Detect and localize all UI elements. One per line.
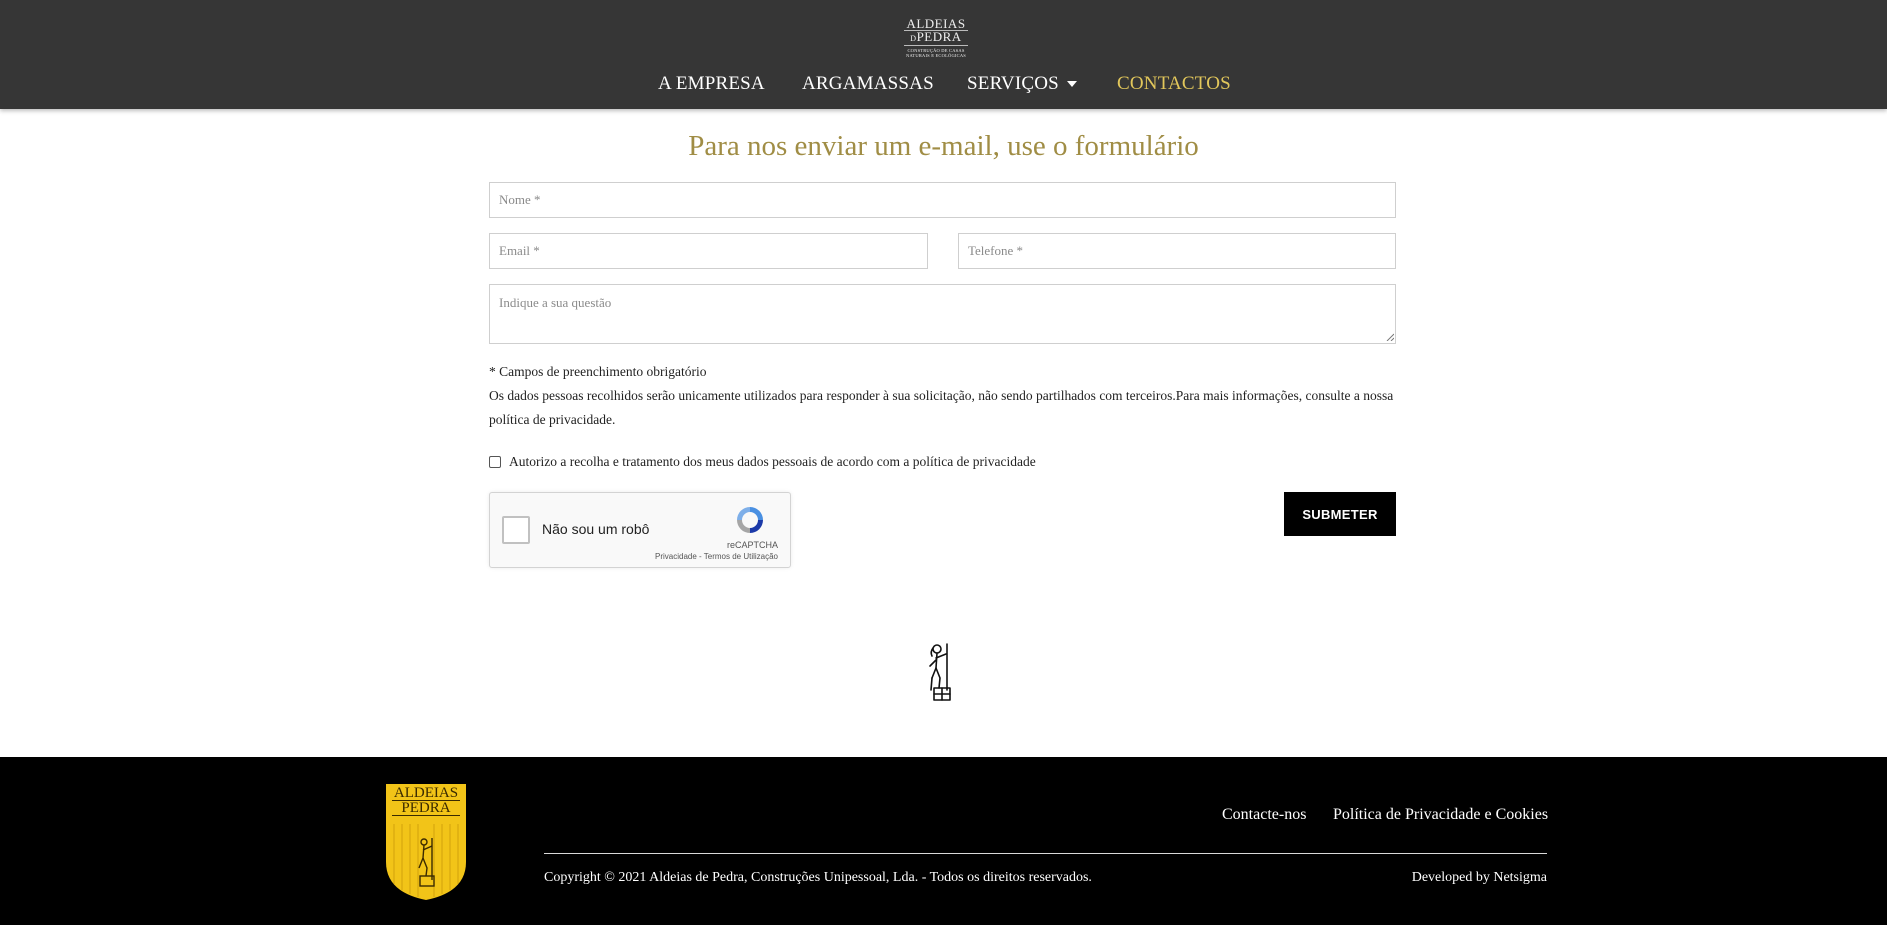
privacy-note: Os dados pessoas recolhidos serão unicam… [489, 388, 1394, 427]
recaptcha-brand: reCAPTCHA [726, 540, 778, 550]
message-field[interactable] [489, 284, 1396, 344]
footer-copyright: Copyright © 2021 Aldeias de Pedra, Const… [544, 870, 1092, 885]
recaptcha-label: Não sou um robô [542, 521, 650, 537]
resize-handle-icon[interactable] [1386, 333, 1394, 341]
footer-logo-text: ALDEIAS PEDRA [392, 785, 460, 816]
recaptcha-checkbox[interactable] [502, 516, 530, 544]
recaptcha-logo-icon [737, 507, 763, 533]
consent-label: Autorizo a recolha e tratamento dos meus… [509, 454, 1036, 469]
recaptcha-terms[interactable]: Privacidade - Termos de Utilização [655, 552, 778, 561]
footer-developer-link[interactable]: Developed by Netsigma [1412, 870, 1547, 886]
logo-tagline: CONSTRUÇÃO DE CASAS NATURAIS E ECOLÓGICA… [906, 48, 966, 58]
footer-divider [544, 853, 1547, 854]
nav-item-argamassas[interactable]: ARGAMASSAS [802, 73, 934, 95]
site-footer [0, 757, 1887, 925]
logo-line2: DPEDRA [904, 30, 968, 46]
footer-link-contact[interactable]: Contacte-nos [1222, 806, 1306, 824]
required-fields-note: * Campos de preenchimento obrigatório [489, 364, 707, 379]
submit-button[interactable]: SUBMETER [1284, 492, 1396, 536]
nav-item-a-empresa[interactable]: A EMPRESA [658, 73, 765, 95]
consent-row: Autorizo a recolha e tratamento dos meus… [489, 454, 1036, 470]
caret-down-icon [1066, 81, 1077, 87]
form-title: Para nos enviar um e-mail, use o formulá… [688, 130, 1199, 162]
email-field[interactable] [489, 233, 928, 269]
nav-item-contactos[interactable]: CONTACTOS [1117, 73, 1231, 95]
stone-worker-figure-icon [929, 643, 951, 701]
nav-item-servicos[interactable]: SERVIÇOS [967, 73, 1077, 95]
site-header: ALDEIAS DPEDRA CONSTRUÇÃO DE CASAS NATUR… [0, 0, 1887, 109]
footer-link-privacy[interactable]: Política de Privacidade e Cookies [1333, 806, 1548, 824]
site-logo[interactable]: ALDEIAS DPEDRA CONSTRUÇÃO DE CASAS NATUR… [904, 17, 968, 60]
consent-checkbox[interactable] [489, 456, 501, 468]
phone-field[interactable] [958, 233, 1396, 269]
recaptcha-widget: Não sou um robô reCAPTCHA Privacidade - … [489, 492, 791, 568]
name-field[interactable] [489, 182, 1396, 218]
